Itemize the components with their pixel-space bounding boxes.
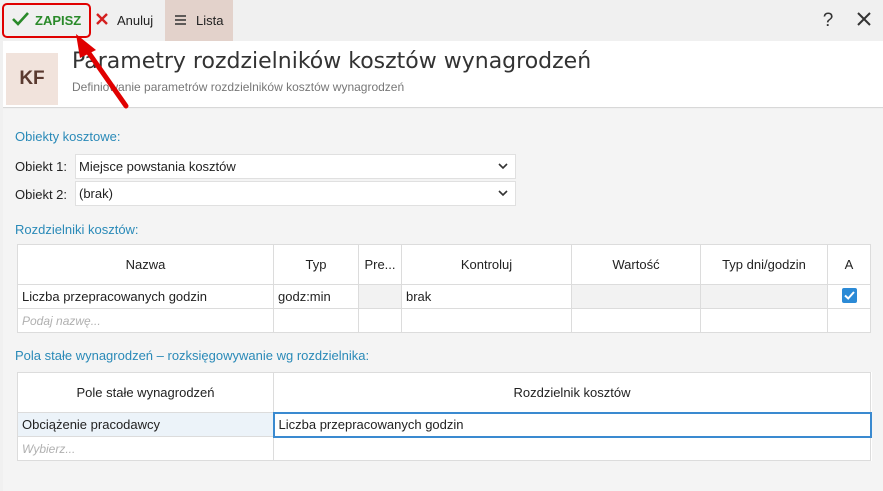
distributors-title: Rozdzielniki kosztów: bbox=[15, 222, 139, 237]
close-icon bbox=[856, 11, 872, 30]
page-subtitle: Definiowanie parametrów rozdzielników ko… bbox=[72, 80, 405, 94]
chevron-down-icon bbox=[498, 159, 508, 174]
column-header[interactable]: Pole stałe wynagrodzeń bbox=[17, 372, 274, 413]
fixed-fields-table: Pole stałe wynagrodzeń Rozdzielnik koszt… bbox=[17, 372, 872, 461]
empty-cell[interactable] bbox=[827, 308, 871, 333]
cell-a[interactable] bbox=[827, 284, 871, 309]
cost-objects-title: Obiekty kosztowe: bbox=[15, 129, 121, 144]
empty-cell[interactable] bbox=[700, 308, 828, 333]
column-header[interactable]: Rozdzielnik kosztów bbox=[273, 372, 871, 413]
page-header: KF Parametry rozdzielników kosztów wynag… bbox=[3, 41, 883, 108]
help-button[interactable]: ? bbox=[818, 0, 838, 41]
save-label: ZAPISZ bbox=[35, 13, 82, 28]
column-header[interactable]: Nazwa bbox=[17, 244, 274, 285]
distributors-table: Nazwa Typ Pre... Kontroluj Wartość Typ d… bbox=[17, 244, 871, 333]
object1-select[interactable]: Miejsce powstania kosztów bbox=[75, 154, 516, 179]
module-badge: KF bbox=[6, 53, 58, 105]
cell-field[interactable]: Obciążenie pracodawcy bbox=[17, 412, 274, 437]
cell-distributor-editor[interactable]: Liczba przepracowanych godzin bbox=[272, 411, 872, 438]
close-x-icon bbox=[95, 12, 109, 29]
object2-select[interactable]: (brak) bbox=[75, 181, 516, 206]
table-row-new[interactable]: Podaj nazwę... bbox=[17, 308, 871, 333]
save-button[interactable]: ZAPISZ bbox=[2, 3, 91, 38]
cancel-button[interactable]: Anuluj bbox=[95, 0, 153, 41]
empty-cell[interactable] bbox=[273, 308, 359, 333]
object1-value: Miejsce powstania kosztów bbox=[79, 159, 236, 174]
select-placeholder[interactable]: Wybierz... bbox=[17, 436, 274, 461]
main-content: Obiekty kosztowe: Obiekt 1: Miejsce pows… bbox=[3, 109, 883, 491]
checkbox-checked[interactable] bbox=[841, 287, 857, 303]
new-name-placeholder[interactable]: Podaj nazwę... bbox=[17, 308, 274, 333]
checkmark-icon bbox=[12, 12, 29, 29]
cell-value[interactable] bbox=[571, 284, 701, 309]
table-row[interactable]: Liczba przepracowanych godzin godz:min b… bbox=[17, 284, 871, 309]
empty-cell[interactable] bbox=[358, 308, 402, 333]
cell-name[interactable]: Liczba przepracowanych godzin bbox=[17, 284, 274, 309]
column-header[interactable]: Pre... bbox=[358, 244, 402, 285]
empty-cell[interactable] bbox=[273, 436, 871, 461]
empty-cell[interactable] bbox=[401, 308, 572, 333]
list-label: Lista bbox=[196, 13, 224, 28]
object1-label: Obiekt 1: bbox=[15, 159, 68, 174]
table-header-row: Pole stałe wynagrodzeń Rozdzielnik koszt… bbox=[17, 372, 871, 413]
empty-cell[interactable] bbox=[571, 308, 701, 333]
table-header-row: Nazwa Typ Pre... Kontroluj Wartość Typ d… bbox=[17, 244, 871, 285]
column-header[interactable]: Typ dni/godzin bbox=[700, 244, 828, 285]
chevron-down-icon bbox=[498, 186, 508, 201]
cancel-label: Anuluj bbox=[117, 13, 154, 28]
object2-value: (brak) bbox=[79, 186, 113, 201]
table-row[interactable]: Obciążenie pracodawcy Liczba przepracowa… bbox=[17, 411, 872, 438]
cell-control[interactable]: brak bbox=[401, 284, 572, 309]
fixed-fields-title: Pola stałe wynagrodzeń – rozksięgowywani… bbox=[15, 348, 370, 363]
object2-label: Obiekt 2: bbox=[15, 187, 68, 202]
cell-pre[interactable] bbox=[358, 284, 402, 309]
column-header[interactable]: A bbox=[827, 244, 871, 285]
column-header[interactable]: Typ bbox=[273, 244, 359, 285]
list-button[interactable]: Lista bbox=[165, 0, 233, 41]
cell-day-type[interactable] bbox=[700, 284, 828, 309]
list-icon bbox=[175, 13, 186, 28]
page-title: Parametry rozdzielników kosztów wynagrod… bbox=[72, 49, 592, 74]
toolbar: ZAPISZ Anuluj Lista ? bbox=[0, 0, 883, 41]
column-header[interactable]: Wartość bbox=[571, 244, 701, 285]
close-button[interactable] bbox=[853, 0, 875, 41]
column-header[interactable]: Kontroluj bbox=[401, 244, 572, 285]
cell-type[interactable]: godz:min bbox=[273, 284, 359, 309]
table-row-new[interactable]: Wybierz... bbox=[17, 436, 871, 461]
